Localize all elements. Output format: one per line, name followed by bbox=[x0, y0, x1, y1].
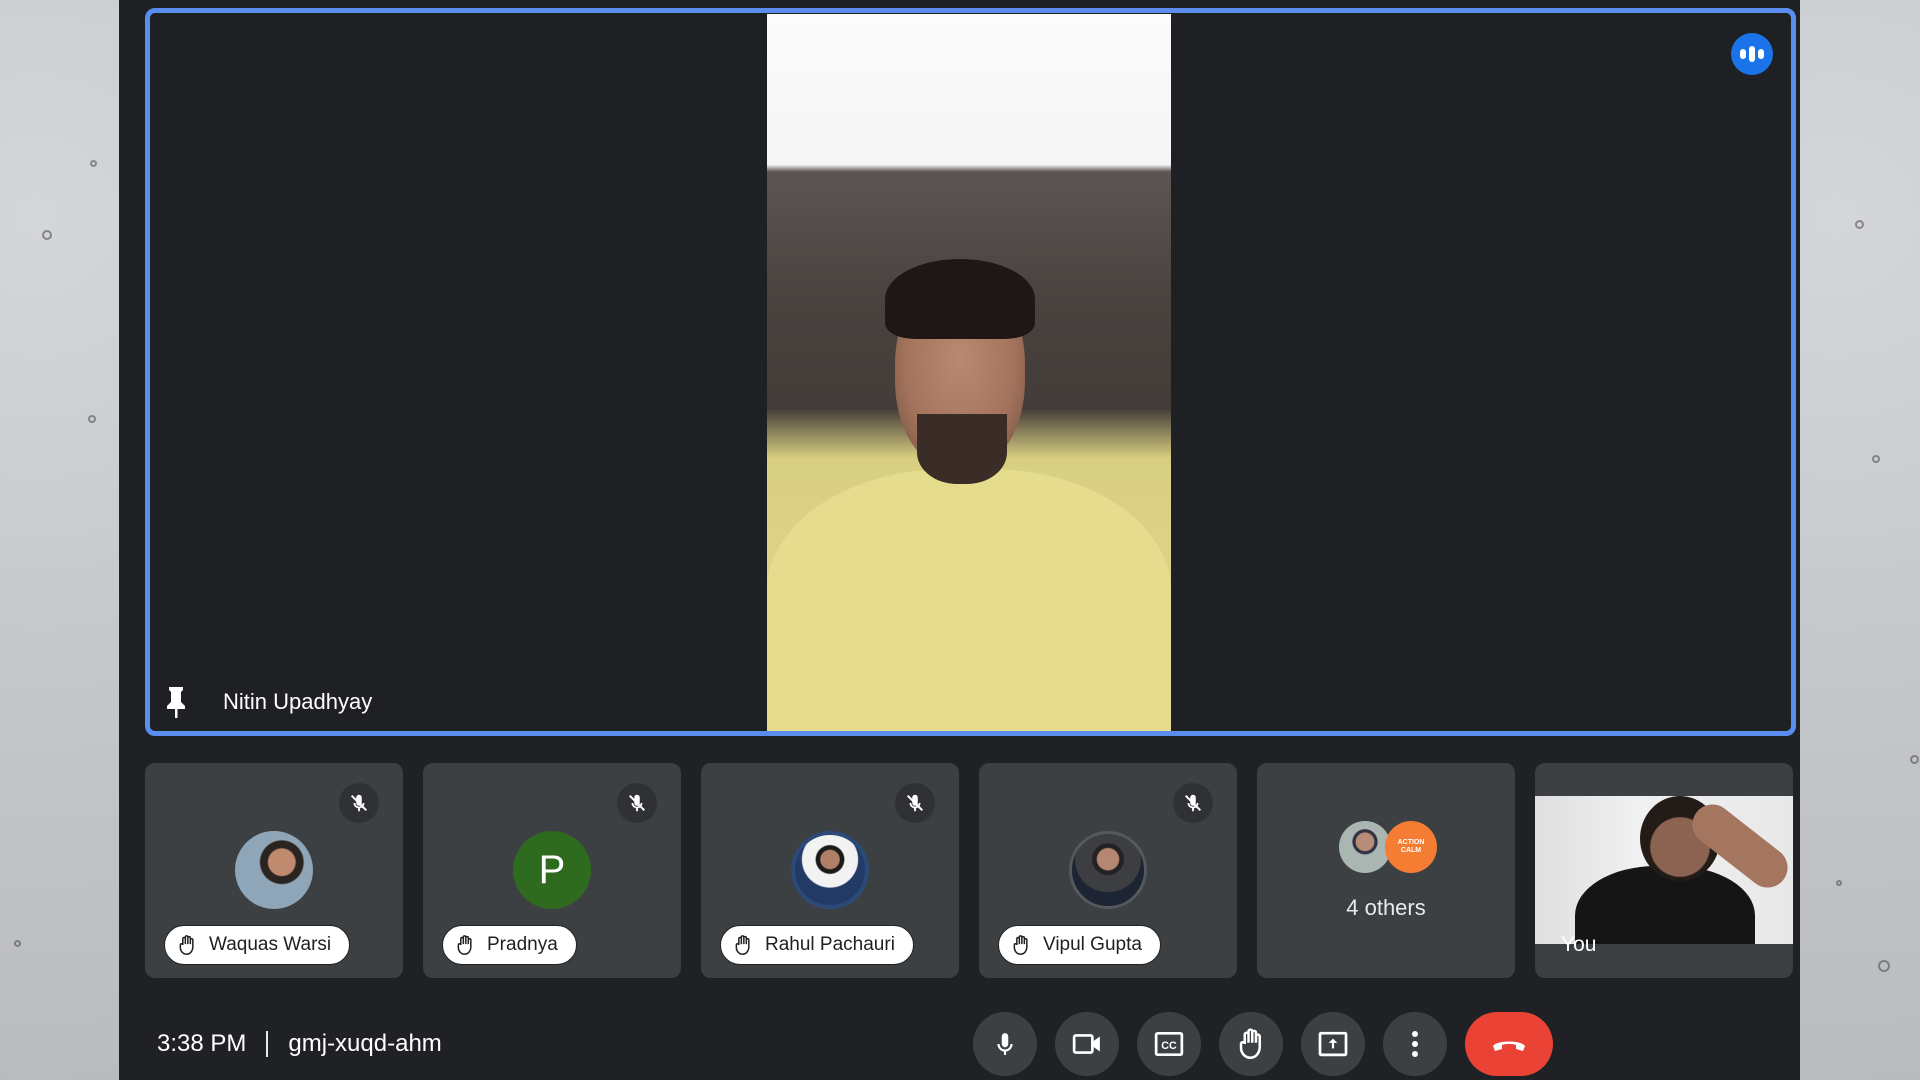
participant-avatar bbox=[791, 831, 869, 909]
videocam-icon bbox=[1072, 1034, 1100, 1054]
participant-tile[interactable]: Rahul Pachauri bbox=[701, 763, 959, 978]
present-screen-icon bbox=[1318, 1031, 1348, 1057]
background-droplet bbox=[14, 940, 21, 947]
divider bbox=[266, 1031, 269, 1057]
participant-name-chip: Waquas Warsi bbox=[164, 925, 351, 965]
others-tile[interactable]: ACTION CALM 4 others bbox=[1257, 763, 1515, 978]
cc-icon: CC bbox=[1154, 1031, 1184, 1057]
participant-name: Pradnya bbox=[487, 934, 558, 955]
participant-tile[interactable]: Vipul Gupta bbox=[979, 763, 1237, 978]
others-avatar-stack: ACTION CALM bbox=[1339, 821, 1439, 873]
background-droplet bbox=[1855, 220, 1864, 229]
background-droplet bbox=[1910, 755, 1919, 764]
speaker-name: Nitin Upadhyay bbox=[223, 689, 373, 714]
svg-text:CC: CC bbox=[1161, 1040, 1177, 1052]
participant-name-chip: Vipul Gupta bbox=[998, 925, 1161, 965]
self-tile[interactable]: You bbox=[1535, 763, 1793, 978]
speaking-indicator-icon bbox=[1731, 33, 1773, 75]
participant-tile[interactable]: P Pradnya bbox=[423, 763, 681, 978]
raised-hand-icon bbox=[457, 935, 472, 955]
background-droplet bbox=[1872, 455, 1880, 463]
self-video-feed bbox=[1535, 796, 1793, 944]
background-droplet bbox=[42, 230, 52, 240]
call-controls: CC bbox=[973, 1012, 1553, 1076]
avatar-badge-text: ACTION bbox=[1397, 839, 1425, 846]
meeting-time: 3:38 PM bbox=[157, 1030, 247, 1057]
desktop-background-left bbox=[0, 0, 119, 1080]
participant-name: Rahul Pachauri bbox=[765, 934, 895, 955]
control-bar: 3:38 PM gmj-xuqd-ahm CC bbox=[119, 1000, 1800, 1080]
meeting-code[interactable]: gmj-xuqd-ahm bbox=[288, 1030, 441, 1058]
main-speaker-stage[interactable]: Nitin Upadhyay bbox=[145, 8, 1796, 736]
participant-avatar: P bbox=[513, 831, 591, 909]
speaker-shirt bbox=[767, 469, 1171, 731]
leave-call-button[interactable] bbox=[1465, 1012, 1553, 1076]
mic-off-icon bbox=[1173, 783, 1213, 823]
speaker-beard bbox=[917, 414, 1007, 484]
participant-name: Waquas Warsi bbox=[209, 934, 332, 955]
raise-hand-button[interactable] bbox=[1219, 1012, 1283, 1076]
captions-button[interactable]: CC bbox=[1137, 1012, 1201, 1076]
meeting-details: 3:38 PM gmj-xuqd-ahm bbox=[157, 1030, 442, 1058]
call-end-icon bbox=[1493, 1041, 1525, 1051]
camera-button[interactable] bbox=[1055, 1012, 1119, 1076]
more-vert-icon bbox=[1412, 1031, 1418, 1057]
participant-avatar bbox=[1069, 831, 1147, 909]
other-participant-avatar: ACTION CALM bbox=[1385, 821, 1437, 873]
desktop-background-right bbox=[1800, 0, 1920, 1080]
raised-hand-icon bbox=[735, 935, 750, 955]
mic-off-icon bbox=[617, 783, 657, 823]
avatar-badge-text: CALM bbox=[1400, 847, 1422, 854]
speaker-video-feed bbox=[767, 14, 1171, 731]
background-droplet bbox=[1878, 960, 1890, 972]
participant-name-chip: Rahul Pachauri bbox=[720, 925, 914, 965]
participant-avatar bbox=[235, 831, 313, 909]
participant-tile[interactable]: Waquas Warsi bbox=[145, 763, 403, 978]
self-label: You bbox=[1561, 933, 1597, 956]
background-droplet bbox=[90, 160, 97, 167]
others-count-label: 4 others bbox=[1346, 895, 1426, 920]
participant-name: Vipul Gupta bbox=[1043, 934, 1142, 955]
raised-hand-icon bbox=[179, 935, 194, 955]
mic-off-icon bbox=[339, 783, 379, 823]
raised-hand-icon bbox=[1013, 935, 1028, 955]
present-button[interactable] bbox=[1301, 1012, 1365, 1076]
meet-window: Nitin Upadhyay Waquas Warsi P Pradnya Ra… bbox=[119, 0, 1800, 1080]
hand-icon bbox=[1239, 1028, 1261, 1060]
background-droplet bbox=[1836, 880, 1842, 886]
pin-icon[interactable] bbox=[164, 685, 188, 719]
more-options-button[interactable] bbox=[1383, 1012, 1447, 1076]
participant-name-chip: Pradnya bbox=[442, 925, 577, 965]
microphone-button[interactable] bbox=[973, 1012, 1037, 1076]
speaker-hair bbox=[885, 259, 1035, 339]
mic-off-icon bbox=[895, 783, 935, 823]
speaker-name-label: Nitin Upadhyay bbox=[164, 685, 372, 719]
other-participant-avatar bbox=[1339, 821, 1391, 873]
background-droplet bbox=[88, 415, 96, 423]
mic-icon bbox=[997, 1033, 1013, 1055]
participant-tiles: Waquas Warsi P Pradnya Rahul Pachauri Vi… bbox=[145, 763, 1796, 978]
